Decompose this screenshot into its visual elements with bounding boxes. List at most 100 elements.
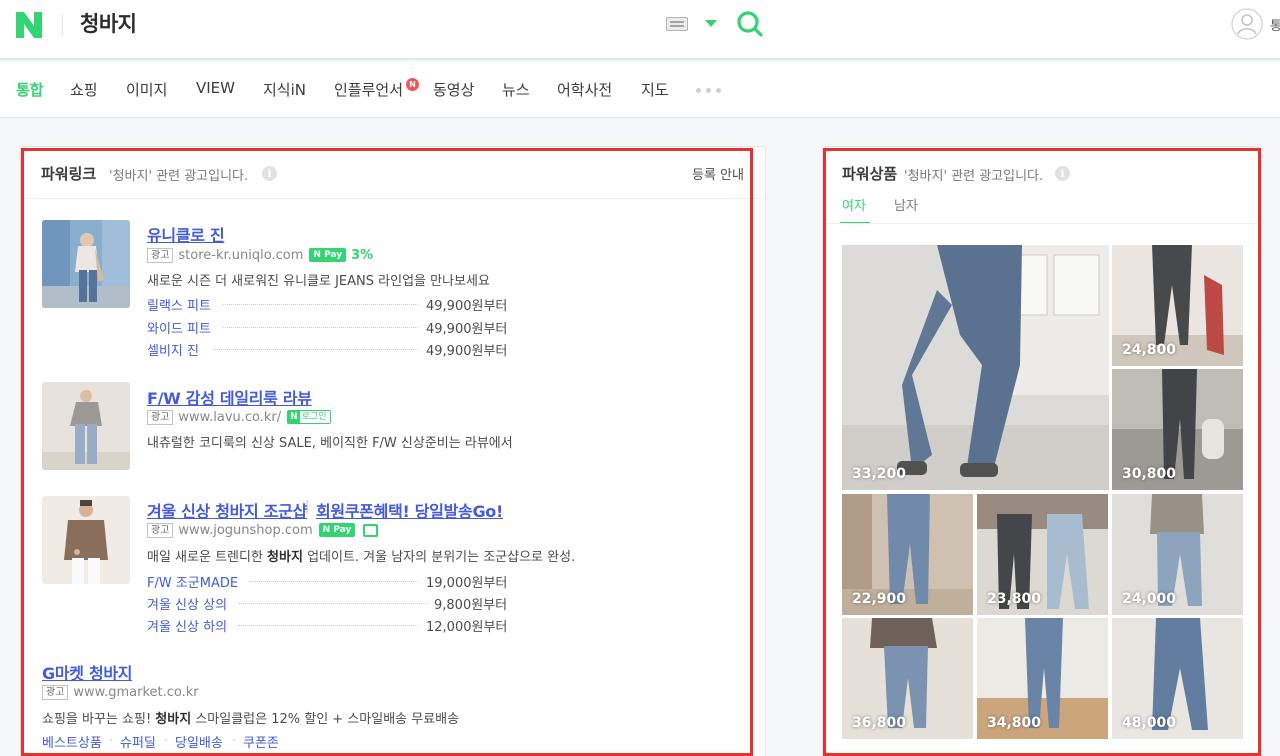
npay-point-rate: 3%	[351, 247, 374, 263]
user-name-truncated[interactable]: 통	[1270, 15, 1280, 34]
search-category-tabs: 통합 쇼핑 이미지 VIEW 지식iN 인플루언서 N 동영상 뉴스 어학사전 …	[0, 62, 1280, 118]
talktalk-chat-icon[interactable]	[363, 523, 379, 537]
ad-url-row: 광고 store-kr.uniqlo.com N Pay 3%	[147, 247, 373, 263]
dotted-leader	[223, 304, 418, 305]
panel-divider	[21, 198, 765, 199]
ad-title-link[interactable]: F/W 감성 데일리룩 라뷰	[147, 385, 312, 409]
naver-login-badge-icon: N 로그인	[287, 410, 331, 424]
info-icon[interactable]: i	[1055, 166, 1070, 181]
ad-description: 내츄럴한 코디룩의 신상 SALE, 베이직한 F/W 신상준비는 라뷰에서	[147, 436, 513, 451]
ad-title-link[interactable]: 유니클로 진	[147, 222, 225, 246]
ad-title-link[interactable]: 겨울 신상 청바지 조군샵	[147, 498, 307, 522]
search-query-text[interactable]: 청바지	[80, 8, 137, 38]
ad-register-guide-link[interactable]: 등록 안내	[692, 164, 744, 183]
product-tile[interactable]: 22,900	[842, 494, 973, 615]
link-separator: ·	[164, 733, 168, 747]
tab-shopping[interactable]: 쇼핑	[70, 79, 98, 100]
user-avatar-icon[interactable]	[1231, 8, 1263, 40]
dotted-leader	[250, 581, 418, 582]
ad-label-badge: 광고	[42, 684, 69, 700]
tab-images[interactable]: 이미지	[126, 79, 167, 100]
keyboard-icon[interactable]	[666, 17, 688, 31]
product-price: 23,800	[987, 591, 1042, 607]
powershop-title: 파워상품	[842, 165, 898, 183]
ad-sublink-price: 12,000원부터	[426, 620, 508, 635]
ad-sublink-price: 49,900원부터	[426, 299, 508, 314]
ad-url[interactable]: www.lavu.co.kr/	[178, 410, 281, 425]
tab-view[interactable]: VIEW	[196, 79, 235, 97]
dotted-leader	[238, 603, 428, 604]
ad-sublink-price: 19,000원부터	[426, 576, 508, 591]
ad-sublink-price: 49,900원부터	[426, 344, 508, 359]
tab-integrated[interactable]: 통합	[16, 79, 44, 100]
ad-thumbnail-jogunshop[interactable]	[42, 496, 130, 584]
tab-dictionary[interactable]: 어학사전	[557, 79, 612, 100]
product-tile[interactable]: 34,800	[977, 618, 1108, 739]
product-tile[interactable]: 23,800	[977, 494, 1108, 615]
ad-quicklink[interactable]: 베스트상품	[42, 732, 102, 751]
ad-url-row: 광고 www.jogunshop.com N Pay	[147, 522, 379, 538]
ad-title-link-2[interactable]: 회원쿠폰혜택! 당일발송Go!	[316, 498, 503, 522]
search-header: 청바지 통	[0, 0, 1280, 60]
ad-quicklink[interactable]: 당일배송	[175, 732, 223, 751]
tab-video[interactable]: 동영상	[433, 79, 474, 100]
dotted-leader	[238, 625, 418, 626]
ad-description: 새로운 시즌 더 새로워진 유니클로 JEANS 라인업을 만나보세요	[147, 274, 490, 289]
ad-thumbnail-uniqlo[interactable]	[42, 220, 130, 308]
search-icon[interactable]	[736, 10, 764, 38]
autocomplete-toggle-icon[interactable]	[705, 20, 717, 27]
tab-men[interactable]: 남자	[894, 195, 918, 214]
product-tile[interactable]: 24,000	[1112, 494, 1243, 615]
product-price: 24,000	[1122, 591, 1177, 607]
ad-sublink[interactable]: 셀비지 진	[147, 340, 199, 359]
tab-influencer[interactable]: 인플루언서	[334, 79, 403, 100]
ad-quicklink[interactable]: 쿠폰존	[243, 732, 279, 751]
product-tile[interactable]: 24,800	[1112, 245, 1243, 366]
ad-label-badge: 광고	[147, 409, 174, 425]
link-separator: ·	[232, 733, 236, 747]
info-icon[interactable]: i	[262, 166, 277, 181]
powerlink-subtitle: '청바지' 관련 광고입니다.	[109, 169, 249, 184]
ad-url-row: 광고 www.lavu.co.kr/ N 로그인	[147, 409, 331, 425]
ad-sublink[interactable]: 겨울 신상 상의	[147, 594, 227, 613]
ad-sublink[interactable]: 와이드 피트	[147, 318, 211, 337]
ad-description: 매일 새로운 트렌디한 청바지 업데이트. 겨울 남자의 분위기는 조군샵으로 …	[147, 550, 576, 565]
product-price: 22,900	[852, 591, 907, 607]
product-tile[interactable]: 30,800	[1112, 369, 1243, 490]
ad-title-link[interactable]: G마켓 청바지	[42, 660, 133, 684]
product-tile[interactable]: 33,200	[842, 245, 1109, 490]
tab-women[interactable]: 여자	[842, 195, 866, 214]
ad-quicklink[interactable]: 슈퍼딜	[120, 732, 156, 751]
npay-badge-icon: N Pay	[309, 248, 347, 262]
header-divider	[62, 14, 63, 36]
panel-divider	[823, 223, 1260, 224]
new-badge: N	[406, 78, 419, 91]
ad-label-badge: 광고	[147, 247, 174, 263]
tab-knowledge-in[interactable]: 지식iN	[263, 79, 306, 100]
naver-logo-icon[interactable]	[16, 12, 42, 38]
ad-thumbnail-lavu[interactable]	[42, 382, 130, 470]
product-price: 33,200	[852, 466, 907, 482]
product-tile[interactable]: 48,000	[1112, 618, 1243, 739]
product-price: 34,800	[987, 715, 1042, 731]
more-tabs-icon[interactable]	[694, 88, 724, 94]
ad-label-badge: 광고	[147, 522, 174, 538]
product-price: 36,800	[852, 715, 907, 731]
dotted-leader	[213, 349, 418, 350]
title-separator: |	[305, 499, 310, 514]
tab-news[interactable]: 뉴스	[502, 79, 530, 100]
ad-url-row: 광고 www.gmarket.co.kr	[42, 684, 199, 700]
ad-url[interactable]: www.jogunshop.com	[178, 523, 312, 538]
ad-sublink[interactable]: 릴랙스 피트	[147, 295, 211, 314]
product-price: 48,000	[1122, 715, 1177, 731]
tab-map[interactable]: 지도	[641, 79, 669, 100]
link-separator: ·	[109, 733, 113, 747]
product-tile[interactable]: 36,800	[842, 618, 973, 739]
dotted-leader	[223, 327, 418, 328]
ad-sublink[interactable]: F/W 조군MADE	[147, 572, 238, 591]
ad-url[interactable]: www.gmarket.co.kr	[73, 685, 198, 700]
ad-url[interactable]: store-kr.uniqlo.com	[178, 248, 303, 263]
ad-sublink[interactable]: 겨울 신상 하의	[147, 616, 227, 635]
product-price: 30,800	[1122, 466, 1177, 482]
powershop-subtitle: '청바지' 관련 광고입니다.	[904, 169, 1044, 184]
